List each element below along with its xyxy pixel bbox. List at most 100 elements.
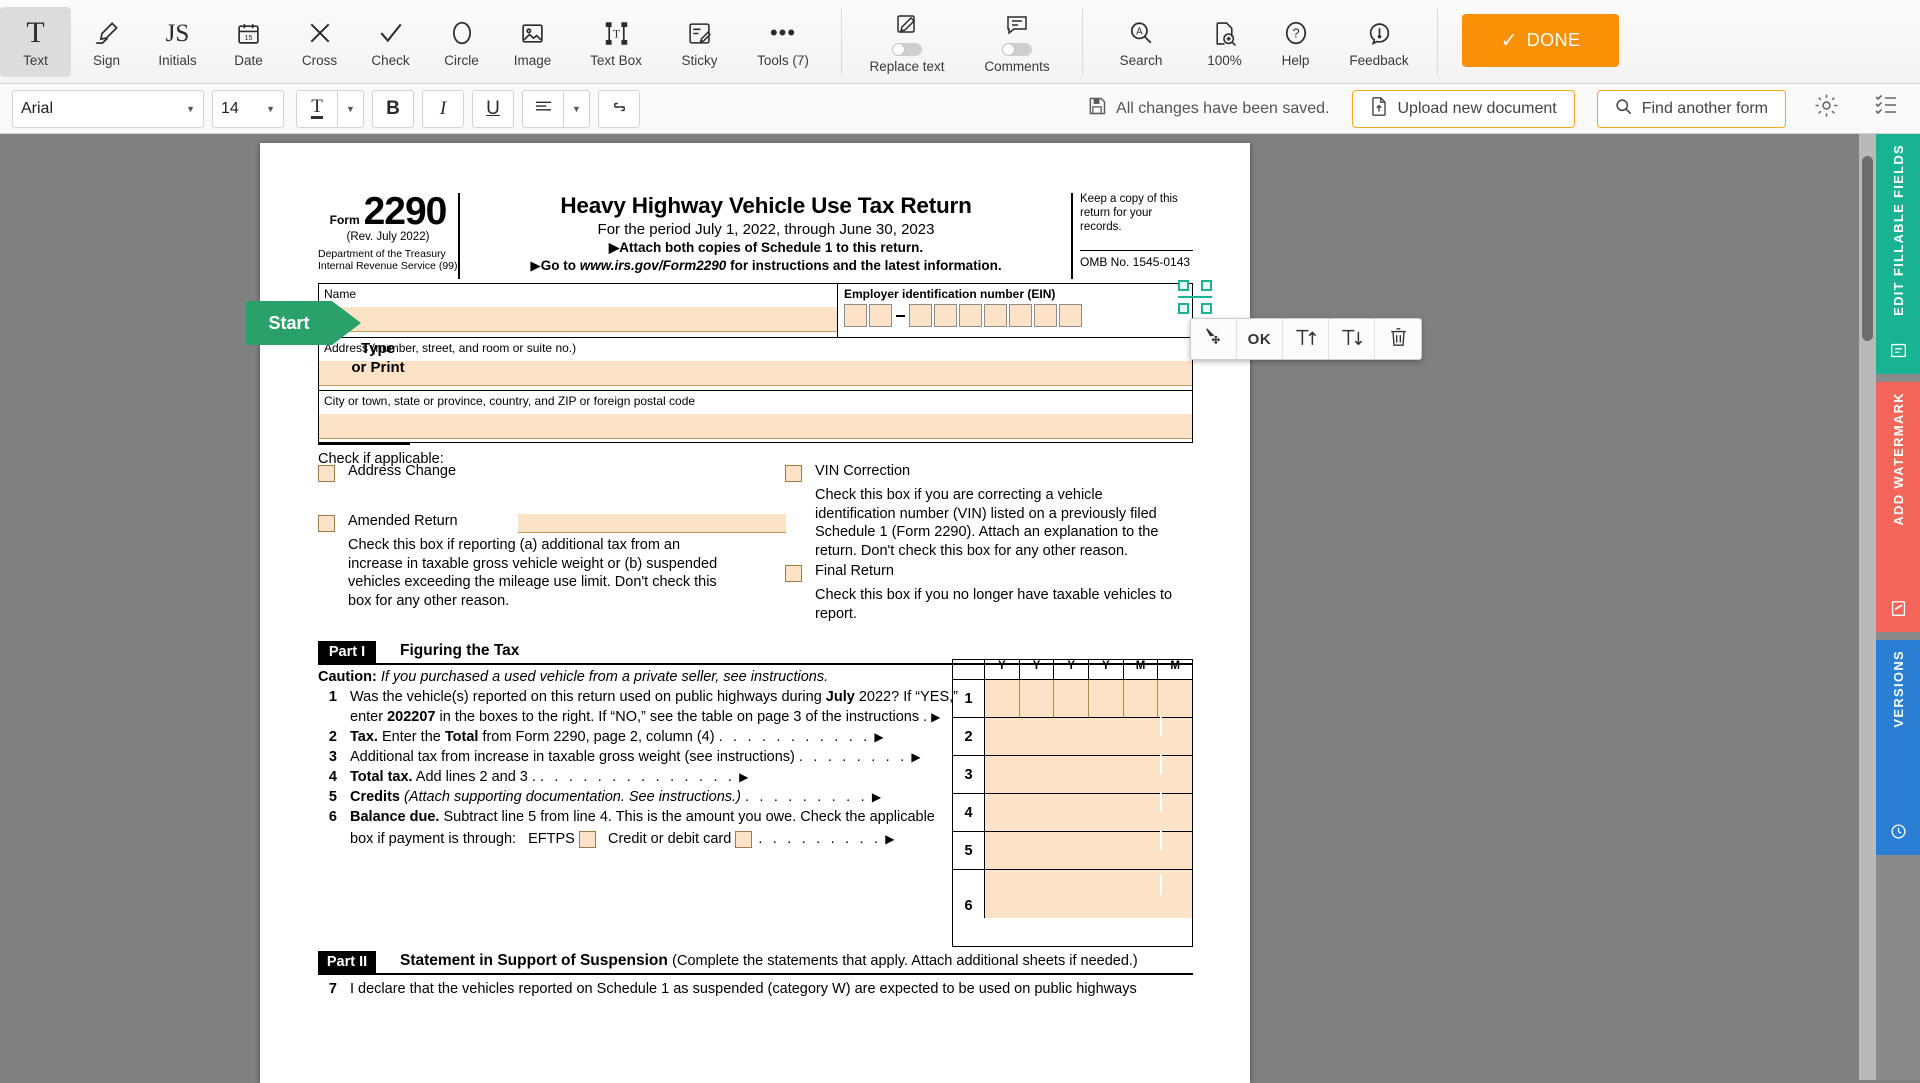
amount-row-6-value[interactable] xyxy=(985,870,1192,918)
selected-field-handles[interactable] xyxy=(1178,280,1212,314)
text-color-button[interactable]: T xyxy=(296,89,338,128)
ein-digit-3[interactable] xyxy=(909,304,932,327)
tool-cross[interactable]: Cross xyxy=(284,7,355,77)
tool-image-label: Image xyxy=(513,53,552,68)
sticky-note-icon xyxy=(687,16,712,50)
tool-sign[interactable]: Sign xyxy=(71,7,142,77)
font-size-select[interactable]: 14 ▼ xyxy=(212,89,284,128)
checkbox-final-return[interactable]: Final Return Check this box if you no lo… xyxy=(785,563,1185,623)
ein-digit-4[interactable] xyxy=(934,304,957,327)
vin-correction-checkbox[interactable] xyxy=(785,465,802,482)
handle-top-left[interactable] xyxy=(1178,280,1189,291)
checkbox-address-change[interactable]: Address Change xyxy=(318,463,618,482)
tool-sticky[interactable]: Sticky xyxy=(664,7,735,77)
amount-row-1-value[interactable] xyxy=(985,680,1192,717)
part2-tag: Part II xyxy=(318,951,376,973)
italic-icon: I xyxy=(439,97,447,119)
amount-row-3-value[interactable] xyxy=(985,754,1192,793)
upload-new-document-button[interactable]: Upload new document xyxy=(1351,89,1575,128)
bold-button[interactable]: B xyxy=(372,89,414,128)
tool-check[interactable]: Check xyxy=(355,7,426,77)
handle-bottom-left[interactable] xyxy=(1178,303,1189,314)
action-zoom-level[interactable]: 100% xyxy=(1189,7,1260,77)
align-button[interactable] xyxy=(522,89,564,128)
amended-return-input[interactable] xyxy=(518,514,786,533)
underline-button[interactable]: U xyxy=(472,89,514,128)
ein-digit-7[interactable] xyxy=(1009,304,1032,327)
goto-pre: Go to xyxy=(540,258,580,273)
city-label: City or town, state or province, country… xyxy=(324,394,696,408)
ein-digit-2[interactable] xyxy=(869,304,892,327)
action-help[interactable]: ? Help xyxy=(1260,7,1331,77)
checkbox-amended-return[interactable]: Amended Return Check this box if reporti… xyxy=(318,513,786,610)
action-feedback-label: Feedback xyxy=(1349,53,1409,68)
field-font-decrease-button[interactable] xyxy=(1329,319,1375,359)
rail-tab-add-watermark[interactable]: ADD WATERMARK xyxy=(1876,382,1920,632)
align-dropdown[interactable]: ▼ xyxy=(564,89,590,128)
text-box-icon: T xyxy=(604,16,629,50)
tool-initials[interactable]: JS Initials xyxy=(142,7,213,77)
tool-text-box[interactable]: T Text Box xyxy=(568,7,664,77)
watermark-icon xyxy=(1890,600,1907,622)
scrollbar-thumb[interactable] xyxy=(1862,156,1873,341)
line-5-arrow: ▶ xyxy=(871,790,882,804)
bold-icon: B xyxy=(386,97,400,119)
link-button[interactable] xyxy=(598,89,640,128)
action-search[interactable]: A Search xyxy=(1093,7,1189,77)
amount-row-5-value[interactable] xyxy=(985,830,1192,869)
field-ok-button[interactable]: OK xyxy=(1237,319,1283,359)
comments-knob xyxy=(1003,43,1014,55)
save-disk-icon xyxy=(1087,96,1107,121)
ein-digit-8[interactable] xyxy=(1034,304,1057,327)
font-family-select[interactable]: Arial ▼ xyxy=(12,89,204,128)
credit-card-checkbox[interactable] xyxy=(735,830,753,848)
ein-input-boxes[interactable] xyxy=(844,304,1192,327)
eftps-checkbox[interactable] xyxy=(578,830,596,848)
toggle-replace-text[interactable]: Replace text xyxy=(852,7,962,77)
document-page[interactable]: Form 2290 (Rev. July 2022) Department of… xyxy=(260,143,1250,1083)
find-another-form-button[interactable]: Find another form xyxy=(1596,89,1786,128)
amount-row-4-value[interactable] xyxy=(985,792,1192,831)
checkbox-vin-correction[interactable]: VIN Correction Check this box if you are… xyxy=(785,463,1185,560)
comments-switch[interactable] xyxy=(1002,42,1032,56)
field-font-increase-button[interactable] xyxy=(1283,319,1329,359)
rail-tab-versions[interactable]: VERSIONS xyxy=(1876,640,1920,855)
ein-digit-6[interactable] xyxy=(984,304,1007,327)
address-input-field[interactable] xyxy=(319,361,1192,386)
tool-circle[interactable]: Circle xyxy=(426,7,497,77)
amount-row-1: 1 xyxy=(953,680,1192,718)
field-move-button[interactable] xyxy=(1191,319,1237,359)
ein-digit-5[interactable] xyxy=(959,304,982,327)
tool-text[interactable]: T Text xyxy=(0,7,71,77)
done-button[interactable]: ✓ DONE xyxy=(1462,14,1619,67)
final-return-checkbox[interactable] xyxy=(785,565,802,582)
tool-more-tools[interactable]: ••• Tools (7) xyxy=(735,7,831,77)
form-title-cell: Heavy Highway Vehicle Use Tax Return For… xyxy=(468,193,1064,274)
text-color-dropdown[interactable]: ▼ xyxy=(338,89,364,128)
line-5-bold: Credits xyxy=(350,789,400,805)
name-input-field[interactable] xyxy=(319,307,837,332)
ein-digit-1[interactable] xyxy=(844,304,867,327)
handle-top-right[interactable] xyxy=(1201,280,1212,291)
action-feedback[interactable]: Feedback xyxy=(1331,7,1427,77)
start-flag[interactable]: Start xyxy=(246,301,361,345)
tool-date[interactable]: 15 Date xyxy=(213,7,284,77)
settings-button[interactable] xyxy=(1806,89,1846,129)
tool-image[interactable]: Image xyxy=(497,7,568,77)
rail-tab-edit-fillable-fields[interactable]: EDIT FILLABLE FIELDS xyxy=(1876,134,1920,374)
document-scrollbar[interactable] xyxy=(1859,134,1876,1080)
city-input-field[interactable] xyxy=(319,414,1192,439)
move-cursor-icon xyxy=(1204,327,1224,352)
ein-digit-9[interactable] xyxy=(1059,304,1082,327)
replace-text-switch[interactable] xyxy=(892,42,922,56)
amount-row-2-value[interactable] xyxy=(985,716,1192,755)
amended-return-checkbox[interactable] xyxy=(318,515,335,532)
fields-list-button[interactable] xyxy=(1866,89,1906,129)
form-number-line: Form 2290 xyxy=(318,192,458,231)
address-change-checkbox[interactable] xyxy=(318,465,335,482)
handle-bottom-right[interactable] xyxy=(1201,303,1212,314)
field-delete-button[interactable] xyxy=(1375,319,1421,359)
italic-button[interactable]: I xyxy=(422,89,464,128)
toggle-comments[interactable]: Comments xyxy=(962,7,1072,77)
part2-rule xyxy=(318,973,1193,975)
